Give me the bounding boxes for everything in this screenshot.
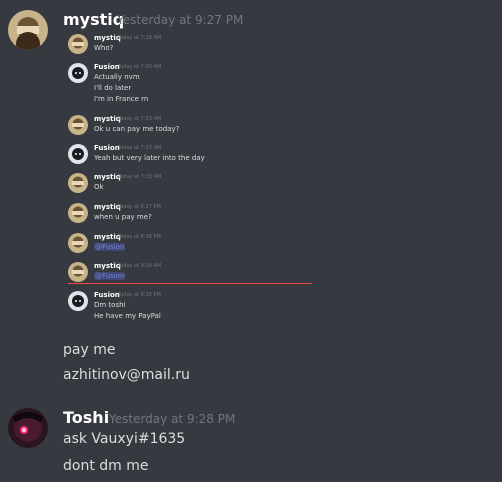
message-text: pay me xyxy=(63,342,116,358)
mention: @Fusion xyxy=(94,272,126,280)
new-messages-divider xyxy=(68,283,312,284)
mini-timestamp: Today at 6:27 PM xyxy=(118,204,161,210)
mini-author: mystiq xyxy=(94,173,121,181)
mention: @Fusion xyxy=(94,243,126,251)
avatar-mystiq-mini xyxy=(68,173,88,193)
mini-author: mystiq xyxy=(94,34,121,42)
mini-text: Who? xyxy=(94,44,114,52)
avatar-fusion-mini xyxy=(68,63,88,83)
message-timestamp: Yesterday at 9:28 PM xyxy=(109,412,236,426)
mini-text: I'll do later xyxy=(94,84,132,92)
mini-author: Fusion xyxy=(94,63,120,71)
message-text: dont dm me xyxy=(63,458,149,474)
message-timestamp: Yesterday at 9:27 PM xyxy=(117,13,244,27)
avatar-mystiq-mini xyxy=(68,233,88,253)
avatar-fusion-mini xyxy=(68,291,88,311)
mini-text: I'm in France rn xyxy=(94,95,149,103)
avatar-toshi[interactable] xyxy=(8,408,48,448)
message-group-toshi: Toshi Yesterday at 9:28 PM ask Vauxyi#16… xyxy=(0,400,502,482)
author-name[interactable]: mystiq xyxy=(63,10,124,29)
avatar-mystiq-mini xyxy=(68,34,88,54)
mini-text: He have my PayPal xyxy=(94,312,161,320)
avatar-mystiq-mini xyxy=(68,262,88,282)
mini-text: @Fusion xyxy=(94,243,126,251)
mini-timestamp: Today at 7:33 AM xyxy=(118,174,162,180)
author-name[interactable]: Toshi xyxy=(63,408,109,427)
mini-author: mystiq xyxy=(94,115,121,123)
message-group-mystiq: mystiq Yesterday at 9:27 PM mystiq Today… xyxy=(0,0,502,400)
mini-timestamp: Today at 9:26 PM xyxy=(118,292,161,298)
message-text: ask Vauxyi#1635 xyxy=(63,431,186,447)
mini-author: mystiq xyxy=(94,233,121,241)
mini-timestamp: Today at 7:33 AM xyxy=(118,145,162,151)
mini-author: mystiq xyxy=(94,203,121,211)
mini-timestamp: Today at 8:36 PM xyxy=(118,234,161,240)
mini-text: Actually nvm xyxy=(94,73,140,81)
mini-timestamp: Today at 7:30 AM xyxy=(118,64,162,70)
mini-author: mystiq xyxy=(94,262,121,270)
mini-timestamp: Today at 9:26 AM xyxy=(118,263,162,269)
avatar-mystiq-mini xyxy=(68,115,88,135)
mini-author: Fusion xyxy=(94,144,120,152)
avatar-mystiq[interactable] xyxy=(8,10,48,50)
mini-timestamp: Today at 7:28 AM xyxy=(118,35,162,41)
mini-text: Ok u can pay me today? xyxy=(94,125,180,133)
embedded-screenshot-image[interactable]: mystiq Today at 7:28 AM Who? Fusion Toda… xyxy=(60,30,320,330)
mini-author: Fusion xyxy=(94,291,120,299)
message-text: azhitinov@mail.ru xyxy=(63,367,190,383)
mini-text: Ok xyxy=(94,183,104,191)
mini-timestamp: Today at 7:33 AM xyxy=(118,116,162,122)
mini-text: @Fusion xyxy=(94,272,126,280)
mini-text: Yeah but very later into the day xyxy=(94,154,205,162)
mini-text: Dm toshi xyxy=(94,301,126,309)
mini-text: when u pay me? xyxy=(94,213,152,221)
avatar-fusion-mini xyxy=(68,144,88,164)
avatar-mystiq-mini xyxy=(68,203,88,223)
